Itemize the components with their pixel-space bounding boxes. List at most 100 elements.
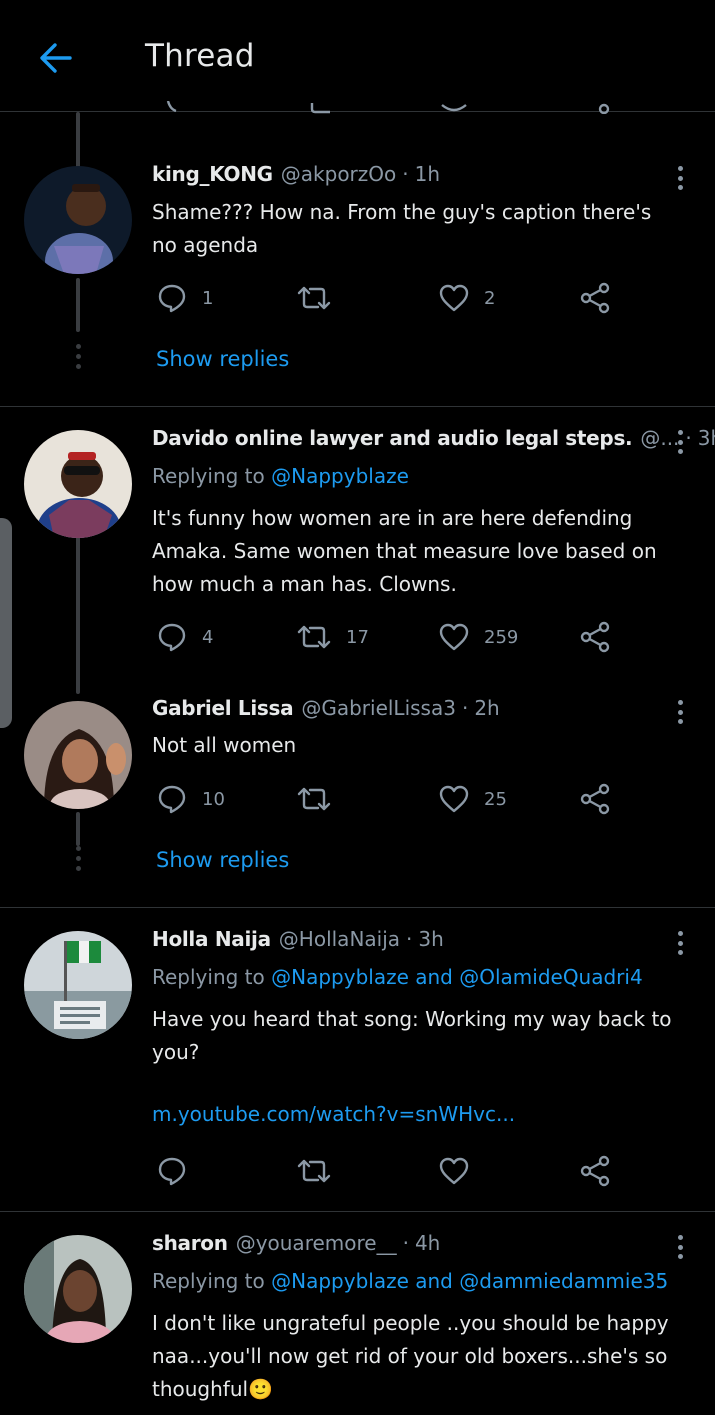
share-icon — [579, 282, 611, 314]
tweet-header: Gabriel Lissa @GabrielLissa3 · 2h — [152, 696, 500, 726]
display-name[interactable]: Davido online lawyer and audio legal ste… — [152, 426, 633, 450]
share-button[interactable] — [579, 781, 611, 817]
show-replies-link[interactable]: Show replies — [156, 848, 289, 872]
heart-icon — [438, 1155, 470, 1187]
share-button[interactable] — [579, 1153, 611, 1189]
tweet-header: Holla Naija @HollaNaija · 3h — [152, 927, 444, 957]
share-icon — [579, 621, 611, 653]
thread-line — [76, 278, 80, 332]
display-name[interactable]: Holla Naija — [152, 927, 271, 951]
separator-dot: · — [406, 927, 413, 951]
mention-link[interactable]: @Nappyblaze — [271, 464, 409, 488]
tweet-text: Have you heard that song: Working my way… — [152, 1007, 672, 1064]
thread-collapse-dots — [74, 846, 82, 871]
retweet-button[interactable] — [296, 781, 346, 817]
more-vertical-icon[interactable] — [670, 1232, 690, 1262]
reply-button[interactable]: 1 — [156, 280, 213, 316]
like-button[interactable]: 25 — [438, 781, 507, 817]
avatar[interactable] — [24, 701, 132, 809]
replying-to: Replying to @Nappyblaze and @dammiedammi… — [152, 1269, 668, 1293]
display-name[interactable]: sharon — [152, 1231, 228, 1255]
separator-dot: · — [402, 162, 409, 186]
tweet-text: Not all women — [152, 733, 297, 757]
timestamp: 4h — [414, 1231, 441, 1255]
share-icon — [579, 1155, 611, 1187]
arrow-left-icon — [40, 43, 72, 73]
thread-line — [76, 112, 80, 168]
avatar[interactable] — [24, 1235, 132, 1343]
tweet-header: sharon @youaremore__ · 4h — [152, 1231, 440, 1261]
thread-line — [76, 514, 80, 694]
separator-dot: · — [461, 696, 469, 720]
replying-to-prefix: Replying to — [152, 1269, 265, 1293]
reply-count: 10 — [202, 788, 225, 810]
user-handle[interactable]: @GabrielLissa3 — [301, 696, 456, 720]
replying-to: Replying to @Nappyblaze — [152, 464, 409, 488]
user-handle[interactable]: @akporzOo — [281, 162, 396, 186]
heart-icon — [438, 282, 470, 314]
more-vertical-icon[interactable] — [670, 697, 690, 727]
url-link[interactable]: m.youtube.com/watch?v=snWHvc... — [152, 1102, 515, 1126]
user-handle[interactable]: @youaremore__ — [236, 1231, 397, 1255]
tweet-text: It's funny how women are in are here def… — [152, 506, 657, 596]
like-count: 2 — [484, 287, 496, 309]
reply-icon — [156, 1155, 188, 1187]
thread-line — [76, 812, 80, 846]
like-button[interactable]: 259 — [438, 619, 518, 655]
app-header: Thread — [0, 0, 715, 112]
retweet-button[interactable]: 17 — [296, 619, 369, 655]
more-vertical-icon[interactable] — [670, 427, 690, 457]
reply-button[interactable]: 10 — [156, 781, 225, 817]
display-name[interactable]: Gabriel Lissa — [152, 696, 294, 720]
more-vertical-icon[interactable] — [670, 163, 690, 193]
back-button[interactable] — [34, 36, 78, 80]
heart-icon — [438, 621, 470, 653]
timestamp: 3h — [697, 426, 715, 450]
retweet-icon — [296, 621, 332, 653]
scroll-handle[interactable] — [0, 518, 12, 728]
show-replies-link[interactable]: Show replies — [156, 347, 289, 371]
thread-collapse-dots — [74, 344, 82, 369]
retweet-icon — [296, 1155, 332, 1187]
reply-button[interactable]: 4 — [156, 619, 213, 655]
like-button[interactable] — [438, 1153, 484, 1189]
reply-icon — [156, 783, 188, 815]
reply-count: 4 — [202, 626, 214, 648]
like-count: 25 — [484, 788, 507, 810]
share-icon — [579, 783, 611, 815]
avatar[interactable] — [24, 931, 132, 1039]
divider — [0, 406, 715, 407]
more-vertical-icon[interactable] — [670, 928, 690, 958]
reply-button[interactable] — [156, 1153, 202, 1189]
avatar[interactable] — [24, 166, 132, 274]
previous-tweet-actions-peek — [150, 100, 630, 114]
mention-link[interactable]: @Nappyblaze and @dammiedammie35 — [271, 1269, 668, 1293]
share-button[interactable] — [579, 280, 611, 316]
replying-to-prefix: Replying to — [152, 965, 265, 989]
retweet-button[interactable] — [296, 1153, 346, 1189]
tweet-header: king_KONG @akporzOo · 1h — [152, 162, 440, 192]
user-handle[interactable]: @HollaNaija — [279, 927, 400, 951]
share-button[interactable] — [579, 619, 611, 655]
separator-dot: · — [402, 1231, 409, 1255]
divider — [0, 1211, 715, 1212]
timestamp: 2h — [474, 696, 500, 720]
retweet-count: 17 — [346, 626, 369, 648]
retweet-icon — [296, 282, 332, 314]
tweet-text: Shame??? How na. From the guy's caption … — [152, 200, 652, 257]
tweet-text: I don't like ungrateful people ..you sho… — [152, 1311, 669, 1401]
avatar[interactable] — [24, 430, 132, 538]
mention-link[interactable]: @Nappyblaze and @OlamideQuadri4 — [271, 965, 643, 989]
reply-count: 1 — [202, 287, 214, 309]
timestamp: 3h — [418, 927, 444, 951]
display-name[interactable]: king_KONG — [152, 162, 273, 186]
replying-to: Replying to @Nappyblaze and @OlamideQuad… — [152, 965, 643, 989]
like-button[interactable]: 2 — [438, 280, 495, 316]
timestamp: 1h — [414, 162, 441, 186]
tweet-header: Davido online lawyer and audio legal ste… — [152, 426, 715, 456]
heart-icon — [438, 783, 470, 815]
reply-icon — [156, 621, 188, 653]
replying-to-prefix: Replying to — [152, 464, 265, 488]
retweet-icon — [296, 783, 332, 815]
retweet-button[interactable] — [296, 280, 346, 316]
